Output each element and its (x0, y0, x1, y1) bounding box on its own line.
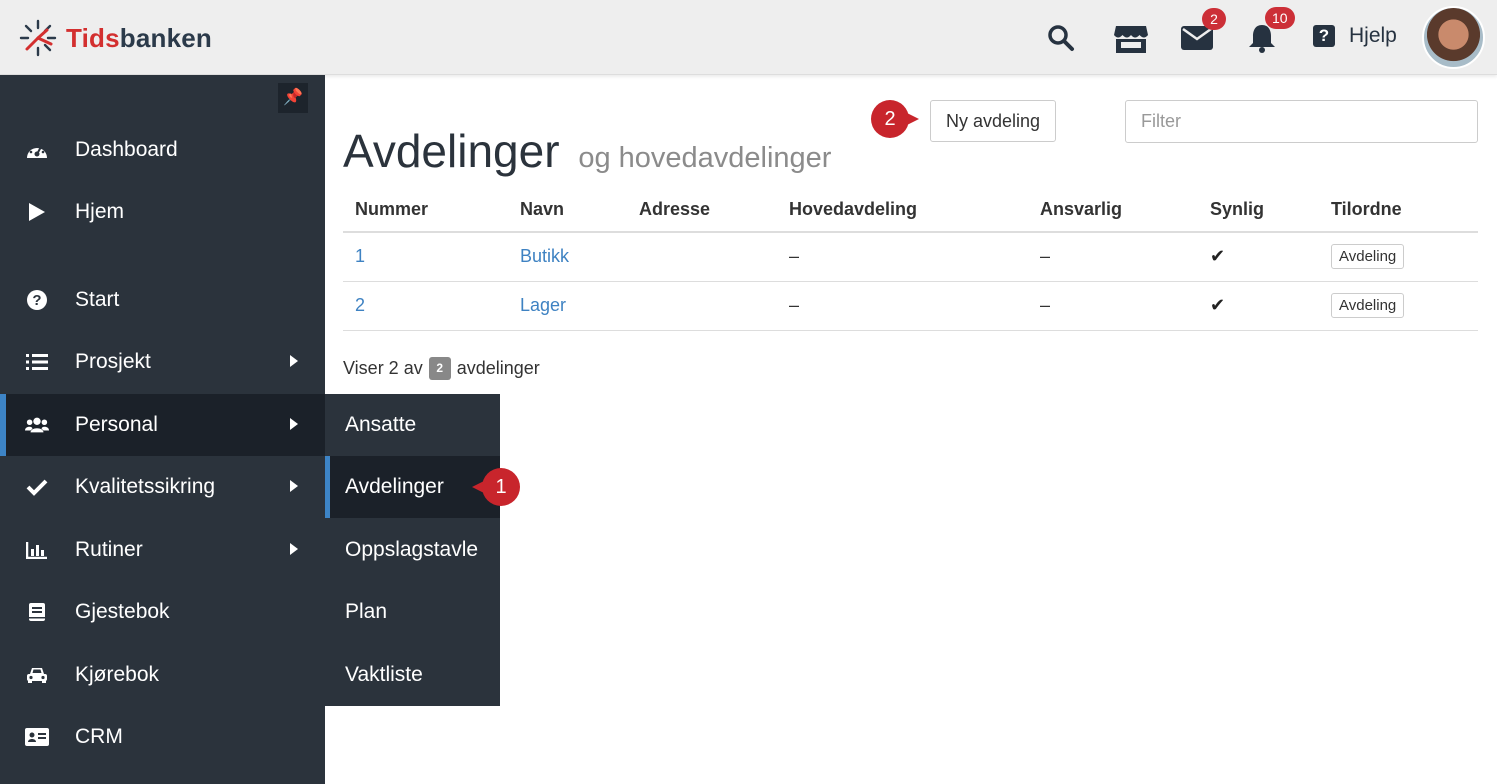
submenu-item-plan[interactable]: Plan (325, 581, 500, 643)
cell-navn-link[interactable]: Butikk (508, 232, 627, 282)
chevron-right-icon (290, 418, 298, 430)
dashboard-gauge-icon (25, 140, 49, 160)
submenu-item-ansatte[interactable]: Ansatte (325, 394, 500, 456)
departments-table: Nummer Navn Adresse Hovedavdeling Ansvar… (343, 188, 1478, 331)
visible-check-icon: ✔ (1198, 232, 1319, 282)
sidebar-item-label: Hjem (75, 200, 125, 223)
table-row: 2 Lager – – ✔ Avdeling (343, 281, 1478, 331)
table-header-row: Nummer Navn Adresse Hovedavdeling Ansvar… (343, 188, 1478, 233)
logo-text-dark: banken (119, 22, 213, 53)
sidebar-item-hjem[interactable]: Hjem (0, 181, 325, 243)
app-logo[interactable]: Tidsbanken (18, 18, 212, 58)
callout-2: 2 (871, 100, 919, 138)
car-icon (25, 666, 49, 684)
notifications-badge: 10 (1265, 7, 1295, 29)
sidebar-item-label: Gjestebok (75, 600, 170, 623)
new-department-button[interactable]: Ny avdeling (930, 100, 1056, 142)
cell-nummer-link[interactable]: 2 (343, 281, 508, 331)
svg-text:?: ? (32, 292, 41, 309)
sidebar-item-label: CRM (75, 725, 123, 748)
sidebar-item-label: Prosjekt (75, 350, 151, 373)
cell-ansvarlig: – (1028, 281, 1198, 331)
page-title-text: Avdelinger (343, 125, 560, 177)
cell-ansvarlig: – (1028, 232, 1198, 282)
sidebar-item-kjorebok[interactable]: Kjørebok (0, 644, 325, 706)
result-count: Viser 2 av 2 avdelinger (343, 357, 540, 380)
personal-submenu: Ansatte Avdelinger Oppslagstavle Plan Va… (325, 394, 500, 706)
callout-number: 1 (482, 468, 520, 506)
sidebar-item-dashboard[interactable]: Dashboard (0, 119, 325, 181)
column-header-ansvarlig[interactable]: Ansvarlig (1028, 188, 1198, 233)
assign-department-button[interactable]: Avdeling (1331, 244, 1405, 270)
sidebar-item-label: Dashboard (75, 138, 178, 161)
submenu-item-oppslagstavle[interactable]: Oppslagstavle (325, 519, 500, 581)
help-icon: ? (1313, 25, 1335, 47)
sidebar-item-personal[interactable]: Personal (0, 394, 325, 456)
id-card-icon (25, 728, 49, 746)
callout-1: 1 (472, 468, 520, 506)
column-header-tilordne: Tilordne (1319, 188, 1478, 233)
callout-number: 2 (871, 100, 909, 138)
column-header-synlig[interactable]: Synlig (1198, 188, 1319, 233)
cell-hovedavdeling: – (777, 232, 1028, 282)
play-icon (25, 202, 49, 222)
column-header-adresse[interactable]: Adresse (627, 188, 777, 233)
page-title: Avdelinger og hovedavdelinger (343, 124, 831, 178)
top-header: Tidsbanken 2 10 ? Hjelp (0, 0, 1497, 75)
user-avatar[interactable] (1422, 6, 1485, 69)
check-icon (25, 478, 49, 496)
assign-department-button[interactable]: Avdeling (1331, 293, 1405, 318)
column-header-hovedavdeling[interactable]: Hovedavdeling (777, 188, 1028, 233)
pin-icon[interactable]: 📌 (278, 83, 308, 113)
count-prefix: Viser 2 av (343, 358, 423, 378)
sidebar-item-gjestebok[interactable]: Gjestebok (0, 581, 325, 643)
chevron-right-icon (290, 480, 298, 492)
sidebar-item-rutiner[interactable]: Rutiner (0, 519, 325, 581)
chevron-right-icon (290, 355, 298, 367)
store-icon[interactable] (1113, 24, 1149, 54)
cell-adresse (627, 232, 777, 282)
app-name: Tidsbanken (66, 23, 212, 54)
sidebar-item-label: Rutiner (75, 538, 143, 561)
cell-hovedavdeling: – (777, 281, 1028, 331)
sidebar-item-prosjekt[interactable]: Prosjekt (0, 331, 325, 393)
column-header-nummer[interactable]: Nummer (343, 188, 508, 233)
cell-adresse (627, 281, 777, 331)
sidebar-item-label: Kjørebok (75, 663, 160, 686)
page-subtitle: og hovedavdelinger (578, 142, 832, 174)
messages-badge: 2 (1202, 8, 1226, 30)
visible-check-icon: ✔ (1198, 281, 1319, 331)
mail-icon[interactable] (1181, 26, 1213, 50)
question-circle-icon: ? (25, 289, 49, 311)
help-label: Hjelp (1349, 24, 1397, 47)
filter-input[interactable] (1125, 100, 1478, 143)
table-row: 1 Butikk – – ✔ Avdeling (343, 232, 1478, 282)
sidebar-item-label: Kvalitetssikring (75, 475, 216, 498)
cell-tilordne: Avdeling (1319, 232, 1478, 282)
count-suffix: avdelinger (456, 358, 540, 378)
sidebar-item-kvalitetssikring[interactable]: Kvalitetssikring (0, 456, 325, 518)
users-icon (25, 416, 49, 434)
column-header-navn[interactable]: Navn (508, 188, 627, 233)
cell-navn-link[interactable]: Lager (508, 281, 627, 331)
tidsbanken-logo-icon (19, 19, 57, 57)
logo-text-red: Tids (66, 22, 120, 53)
sidebar: 📌 Dashboard Hjem ? Start Prosjekt Person… (0, 75, 325, 784)
sidebar-item-label: Start (75, 288, 120, 311)
submenu-item-vaktliste[interactable]: Vaktliste (325, 644, 500, 706)
sidebar-item-label: Personal (75, 413, 158, 436)
sidebar-item-crm[interactable]: CRM (0, 706, 325, 768)
help-link[interactable]: ? Hjelp (1313, 24, 1397, 48)
bar-chart-icon (25, 541, 49, 559)
list-icon (25, 353, 49, 371)
book-icon (25, 602, 49, 622)
chevron-right-icon (290, 543, 298, 555)
cell-tilordne: Avdeling (1319, 281, 1478, 331)
search-icon[interactable] (1047, 24, 1075, 52)
count-badge: 2 (428, 357, 451, 380)
cell-nummer-link[interactable]: 1 (343, 232, 508, 282)
sidebar-item-start[interactable]: ? Start (0, 269, 325, 331)
